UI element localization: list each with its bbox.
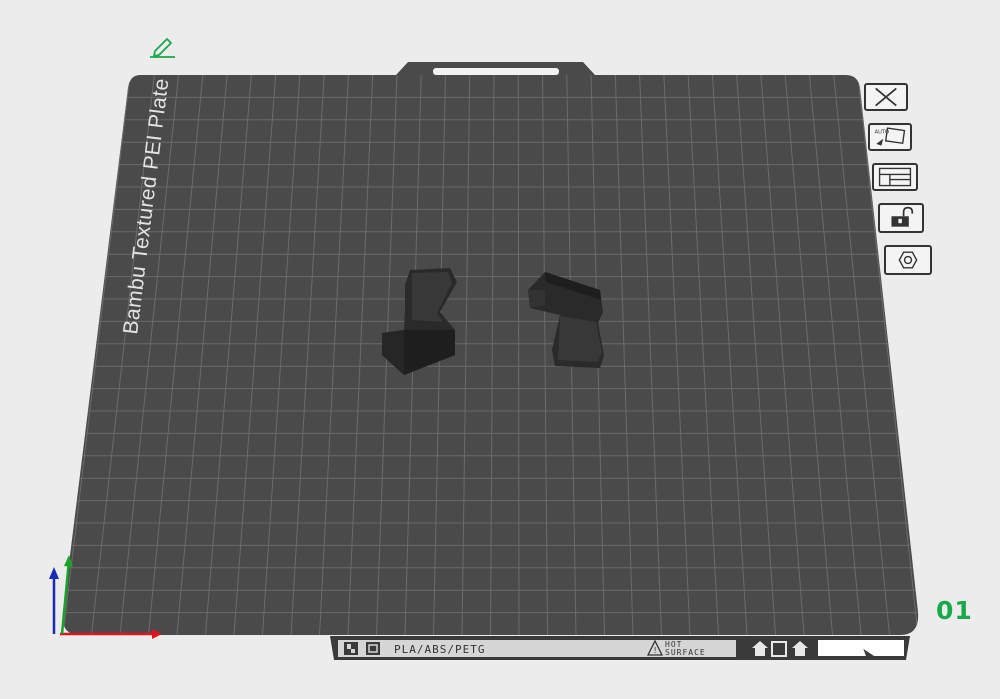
hexagon-settings-icon: [898, 251, 918, 269]
material-label: PLA/ABS/PETG: [394, 643, 485, 656]
close-plate-button[interactable]: [864, 83, 908, 111]
auto-orient-icon: AUTO: [875, 127, 906, 146]
unlock-icon: [891, 206, 914, 227]
edit-plate-name-icon[interactable]: [148, 36, 176, 58]
build-plate[interactable]: [62, 62, 919, 635]
arrange-icon: [878, 167, 912, 187]
auto-orient-button[interactable]: AUTO: [868, 123, 912, 151]
hot-warning-line2: SURFACE: [665, 648, 706, 657]
plate-label-strip: PLA/ABS/PETG ! HOT SURFACE: [330, 636, 910, 660]
plate-number: 01: [936, 596, 973, 625]
close-icon: [875, 87, 897, 107]
plate-handle-slot: [433, 68, 559, 75]
plate-code-icon: [366, 642, 380, 655]
lock-button[interactable]: [878, 203, 924, 233]
svg-text:!: !: [654, 646, 657, 655]
arrange-button[interactable]: [872, 163, 918, 191]
build-plate-viewport[interactable]: Bambu Textured PEI Plate PLA/ABS/PETG ! …: [0, 0, 1000, 699]
plate-settings-button[interactable]: [884, 245, 932, 275]
